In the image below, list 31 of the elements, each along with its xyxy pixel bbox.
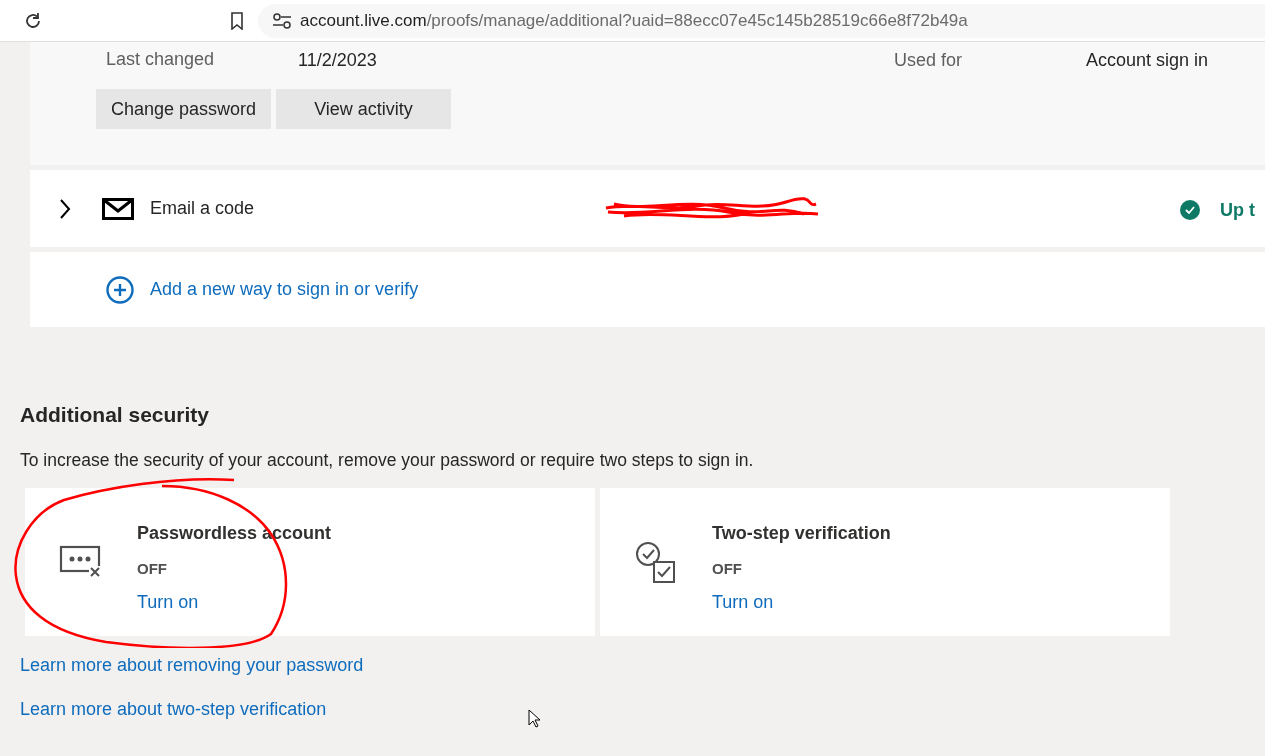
section-description: To increase the security of your account, remove your password or require two steps to sign in. [20,448,755,472]
reload-icon[interactable] [24,11,42,30]
plus-circle-icon[interactable] [106,275,134,304]
method-label: Email a code [150,197,255,220]
add-method-link[interactable]: Add a new way to sign in or verify [150,276,419,303]
checkmarks-icon [634,539,678,584]
state-label: OFF [137,558,168,579]
turn-on-link[interactable]: Turn on [137,589,332,617]
action-button[interactable]: Change password [96,89,271,129]
check-circle-icon [1180,200,1200,220]
field-label: Last changed [106,48,215,71]
action-button[interactable]: View activity [276,89,451,129]
section-heading: Additional security [20,402,211,428]
card-title: Two-step verification [712,521,891,545]
field-label: Used for [894,49,963,72]
envelope-icon [102,197,134,220]
state-label: OFF [712,558,743,579]
turn-on-link[interactable]: Turn on [712,589,891,617]
field-value: 11/2/2023 [298,49,377,72]
bookmark-icon[interactable] [230,11,244,30]
address-field[interactable]: account.live.com/proofs/manage/additional?uaid=88ecc07e45c145b28519c66e8f72b49a [258,3,1265,38]
chevron-icon[interactable] [58,197,72,220]
learn-more-link[interactable]: Learn more about two-step verification [20,695,327,723]
method-row[interactable]: Email a code Up t [30,170,1265,247]
mouse-cursor-icon [528,709,540,728]
password-dots-icon [59,543,103,580]
url-text: account.live.com/proofs/manage/additional?uaid=88ecc07e45c145b28519c66e8f72b49a [300,9,968,32]
learn-more-link[interactable]: Learn more about removing your password [20,651,364,679]
status-text: Up t [1220,199,1255,222]
field-value: Account sign in [1086,49,1209,72]
site-settings-icon[interactable] [272,12,292,29]
